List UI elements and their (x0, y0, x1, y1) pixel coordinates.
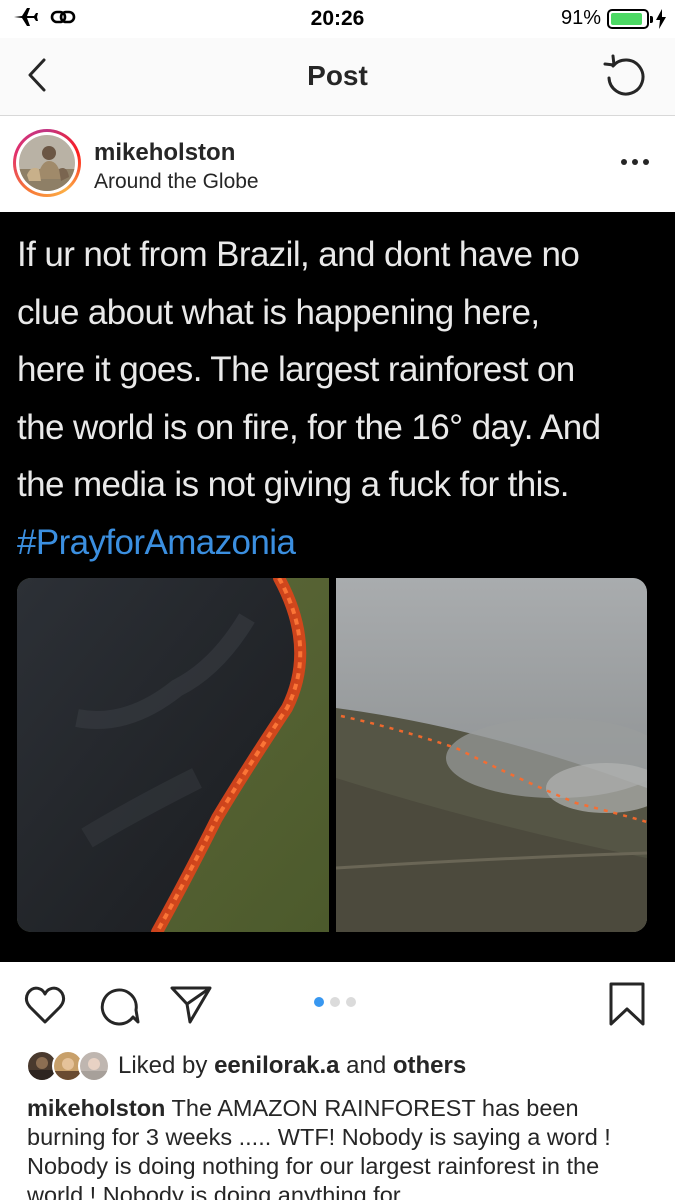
carousel-dot (330, 997, 340, 1007)
carousel-dot (314, 997, 324, 1007)
image-text-line: the media is not giving a fuck for this. (17, 465, 569, 504)
share-button[interactable] (168, 982, 214, 1028)
liker-avatars[interactable] (26, 1048, 110, 1084)
comment-button[interactable] (96, 982, 142, 1028)
avatar-inner (16, 132, 78, 194)
nav-bar: Post (0, 38, 675, 116)
comment-icon (100, 988, 140, 1026)
image-text-line: the world is on fire, for the 16° day. A… (17, 407, 601, 447)
liker-avatar (78, 1050, 110, 1082)
post-username[interactable]: mikeholston (94, 139, 235, 167)
fire-aerial-photo-right (336, 578, 647, 932)
carousel-indicator (314, 997, 356, 1007)
fire-aerial-photo-left (17, 578, 329, 932)
liked-by-conjunction: and (346, 1052, 387, 1079)
image-text-line: If ur not from Brazil, and dont have no (17, 235, 580, 274)
battery-level (611, 12, 642, 25)
battery-icon (607, 8, 653, 29)
bookmark-button[interactable] (604, 982, 650, 1028)
like-button[interactable] (22, 982, 68, 1028)
liked-by-others[interactable]: others (393, 1052, 466, 1079)
avatar[interactable] (13, 129, 81, 197)
status-right-icons: 91% (561, 7, 667, 30)
liked-by-row: Liked by eenilorak.a and others (26, 1046, 466, 1086)
share-icon (170, 986, 212, 1024)
more-options-button[interactable] (619, 153, 651, 171)
status-bar: 20:26 91% (0, 0, 675, 38)
post-caption: mikeholston The AMAZON RAINFOREST has be… (27, 1094, 657, 1200)
caption-username[interactable]: mikeholston (27, 1095, 165, 1121)
battery-tip (650, 15, 653, 23)
battery-percent: 91% (560, 7, 601, 29)
bookmark-icon (609, 982, 645, 1026)
refresh-button[interactable] (601, 52, 649, 100)
page-title: Post (307, 60, 368, 91)
refresh-icon (603, 54, 645, 96)
image-text-line: clue about what is happening here, (17, 292, 540, 332)
post-image[interactable]: If ur not from Brazil, and dont have no … (0, 212, 675, 962)
image-text-line: here it goes. The largest rainforest on (17, 350, 575, 389)
heart-icon (24, 986, 66, 1024)
post-header: mikeholston Around the Globe (0, 117, 675, 212)
post-location[interactable]: Around the Globe (94, 170, 259, 194)
liked-by-prefix: Liked by (118, 1052, 208, 1079)
avatar-image (19, 135, 75, 191)
liked-by-text: Liked by eenilorak.a and others (118, 1052, 466, 1080)
ellipsis-icon (621, 159, 627, 165)
charging-bolt-icon (656, 8, 666, 29)
image-text: If ur not from Brazil, and dont have no … (17, 226, 667, 571)
carousel-dot (346, 997, 356, 1007)
liked-by-user[interactable]: eenilorak.a (214, 1052, 339, 1079)
image-hashtag: #PrayforAmazonia (17, 522, 296, 562)
